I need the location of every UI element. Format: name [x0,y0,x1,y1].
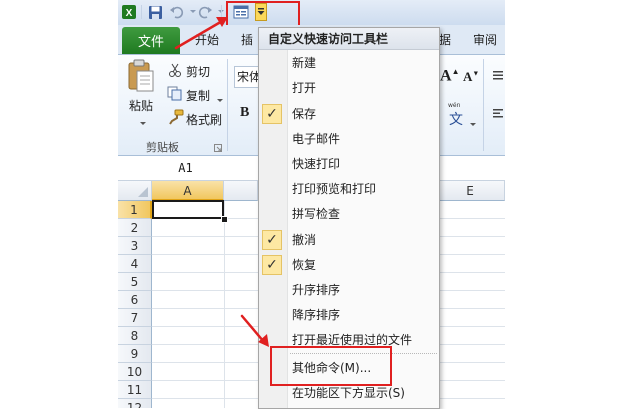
save-icon[interactable] [147,4,163,20]
svg-text:X: X [126,8,133,19]
row-header-1[interactable]: 1 [118,201,152,219]
menu-item-open[interactable]: 打开 [292,78,316,98]
align-icon[interactable] [493,107,503,121]
column-header-e[interactable]: E [436,181,505,201]
row-header[interactable]: 4 [118,255,152,273]
font-name-input[interactable]: 宋体 [234,66,261,88]
annotation-arrow [238,312,274,355]
form-icon[interactable] [233,4,249,20]
check-icon: ✓ [262,230,282,250]
selected-cell-a1[interactable] [152,200,224,219]
menu-item-sort-ascending[interactable]: 升序排序 [292,280,340,300]
copy-button[interactable]: 复制 [186,87,210,104]
group-separator [227,59,228,151]
name-box[interactable]: A1 [118,158,253,178]
row-header[interactable]: 10 [118,363,152,381]
column-header-a[interactable]: A [152,181,224,201]
paste-button[interactable]: 粘贴 [129,97,153,114]
menu-item-save[interactable]: 保存 [292,104,316,124]
copy-icon[interactable] [167,86,183,104]
fill-handle[interactable] [221,216,228,223]
tab-data[interactable]: 据 [439,31,451,48]
grow-font-button[interactable]: A▲ [440,67,459,85]
paste-dropdown-icon[interactable] [140,115,146,129]
dialog-launcher-icon[interactable] [214,141,222,155]
format-painter-button[interactable]: 格式刷 [186,111,222,128]
row-header[interactable]: 2 [118,219,152,237]
select-all-corner[interactable] [118,181,152,201]
row-header[interactable]: 7 [118,309,152,327]
menu-item-email[interactable]: 电子邮件 [292,129,340,149]
grid-line [224,201,225,408]
check-icon: ✓ [262,255,282,275]
row-header[interactable]: 9 [118,345,152,363]
clipboard-icon[interactable] [126,59,154,93]
menu-item-spelling[interactable]: 拼写检查 [292,204,340,224]
cut-button[interactable]: 剪切 [186,63,210,80]
shrink-font-button[interactable]: A▼ [463,69,479,85]
row-header[interactable]: 3 [118,237,152,255]
group-separator [483,59,484,151]
customize-dropdown-icon[interactable] [255,3,267,21]
tab-insert[interactable]: 插 [241,31,253,48]
align-icon[interactable] [493,69,503,83]
menu-item-new[interactable]: 新建 [292,53,316,73]
menu-item-sort-descending[interactable]: 降序排序 [292,305,340,325]
row-header[interactable]: 12 [118,399,152,408]
row-header[interactable]: 5 [118,273,152,291]
grow-font-label: A [440,67,452,85]
copy-dropdown-icon[interactable] [217,92,223,106]
bold-button[interactable]: B [240,105,249,121]
toolbar-separator [141,5,142,19]
phonetic-dropdown-icon[interactable] [470,116,476,130]
phonetic-guide-button[interactable]: 文 [449,109,463,129]
clipboard-group-label: 剪贴板 [146,141,179,154]
menu-item-print-preview[interactable]: 打印预览和打印 [292,179,376,199]
tab-review[interactable]: 审阅 [473,31,497,48]
column-header[interactable] [224,181,258,201]
format-painter-icon[interactable] [168,109,184,128]
menu-item-redo[interactable]: 恢复 [292,255,316,275]
check-icon: ✓ [262,104,282,124]
row-header[interactable]: 6 [118,291,152,309]
excel-icon[interactable]: X [121,4,137,20]
row-header[interactable]: 11 [118,381,152,399]
row-header[interactable]: 8 [118,327,152,345]
menu-item-show-below-ribbon[interactable]: 在功能区下方显示(S) [292,383,405,403]
menu-title: 自定义快速访问工具栏 [259,28,439,50]
annotation-highlight-box [270,346,392,386]
menu-item-undo[interactable]: 撤消 [292,230,316,250]
shrink-font-label: A [463,69,473,84]
cut-icon[interactable] [168,63,182,80]
menu-item-quick-print[interactable]: 快速打印 [292,154,340,174]
annotation-arrow [172,8,232,56]
phonetic-small-label: wén [448,102,461,109]
